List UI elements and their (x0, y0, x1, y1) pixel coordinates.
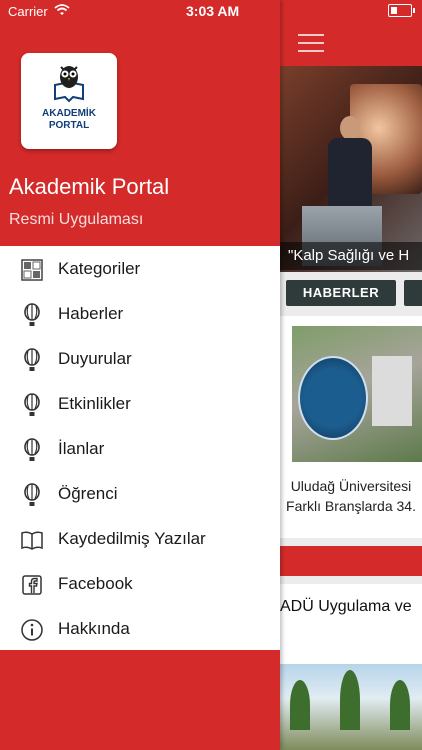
drawer-subtitle: Resmi Uygulaması (9, 211, 144, 228)
info-icon (21, 619, 43, 641)
menu-item-label: Hakkında (58, 619, 130, 638)
menu-item-ogrenci[interactable]: Öğrenci (0, 471, 280, 516)
news-card[interactable]: Uludağ Üniversitesi Farklı Branşlarda 34… (280, 316, 422, 538)
balloon-icon (24, 483, 40, 506)
news-category-button[interactable]: HABERLER (286, 280, 396, 306)
menu-item-haberler[interactable]: Haberler (0, 291, 280, 336)
menu-item-etkinlikler[interactable]: Etkinlikler (0, 381, 280, 426)
menu-item-duyurular[interactable]: Duyurular (0, 336, 280, 381)
menu-item-label: İlanlar (58, 439, 105, 458)
menu-item-label: Kategoriler (58, 259, 141, 278)
news-item-title: ADÜ Uygulama ve (280, 598, 412, 615)
wifi-icon (54, 4, 70, 15)
drawer-header: AKADEMİK PORTAL Akademik Portal Resmi Uy… (0, 0, 280, 246)
balloon-icon (24, 438, 40, 461)
news-card-image (292, 326, 422, 462)
menu-item-hakkinda[interactable]: Hakkında (0, 606, 280, 651)
owl-icon (54, 66, 84, 103)
app-header (280, 0, 422, 66)
book-icon (21, 531, 43, 550)
menu-item-ilanlar[interactable]: İlanlar (0, 426, 280, 471)
menu-item-facebook[interactable]: Facebook (0, 561, 280, 606)
menu-item-label: Etkinlikler (58, 394, 131, 413)
hamburger-menu-icon[interactable] (298, 34, 324, 52)
balloon-icon (24, 303, 40, 326)
status-bar: Carrier 3:03 AM (0, 0, 280, 22)
menu-item-label: Öğrenci (58, 484, 118, 503)
menu-item-label: Kaydedilmiş Yazılar (58, 529, 206, 548)
logo-text-line2: PORTAL (48, 120, 90, 131)
hero-caption: "Kalp Sağlığı ve H (280, 242, 422, 270)
menu-item-kaydedilmis-yazilar[interactable]: Kaydedilmiş Yazılar (0, 516, 280, 561)
logo-text-line1: AKADEMİK (42, 108, 96, 119)
drawer-title: Akademik Portal (9, 174, 170, 199)
next-category-button[interactable] (404, 280, 422, 306)
background-app: "Kalp Sağlığı ve H HABERLER Uludağ Ünive… (280, 0, 422, 750)
news-item-image (280, 664, 422, 750)
menu-item-label: Duyurular (58, 349, 132, 368)
balloon-icon (24, 393, 40, 416)
balloon-icon (24, 348, 40, 371)
news-card-title-line2: Farklı Branşlarda 34. (286, 498, 416, 514)
section-divider (280, 546, 422, 576)
facebook-icon (22, 575, 42, 595)
drawer-footer (0, 650, 280, 750)
menu-item-label: Facebook (58, 574, 133, 593)
menu-item-label: Haberler (58, 304, 124, 323)
navigation-drawer: AKADEMİK PORTAL Akademik Portal Resmi Uy… (0, 0, 280, 750)
carrier-label: Carrier (8, 4, 48, 19)
drawer-menu: Kategoriler Haberler Duyurular Etkinlikl… (0, 246, 280, 651)
menu-item-kategoriler[interactable]: Kategoriler (0, 246, 280, 291)
battery-icon (388, 4, 415, 17)
status-time: 3:03 AM (186, 3, 240, 19)
grid-icon (21, 259, 43, 281)
news-list-item[interactable]: ADÜ Uygulama ve (280, 584, 422, 750)
news-card-title-line1: Uludağ Üniversitesi (290, 478, 412, 494)
app-logo: AKADEMİK PORTAL (21, 53, 117, 149)
university-seal-image (298, 356, 368, 440)
